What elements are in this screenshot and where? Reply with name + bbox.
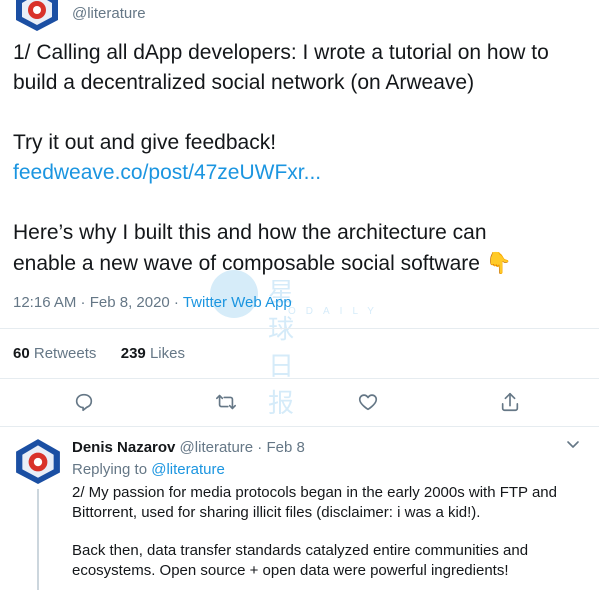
replying-to: Replying to @literature	[72, 461, 225, 478]
reply-text-line: Bittorrent, used for sharing illicit fil…	[72, 504, 481, 521]
reply-meta[interactable]: @literature · Feb 8	[180, 439, 305, 456]
retweets-stat[interactable]: 60 Retweets	[13, 345, 96, 362]
reply-header: Denis Nazarov @literature · Feb 8	[72, 439, 305, 456]
tweet-text-line: 1/ Calling all dApp developers: I wrote …	[13, 41, 549, 64]
divider	[0, 328, 599, 329]
tweet-text: enable a new wave of composable social s…	[13, 252, 480, 275]
likes-stat[interactable]: 239 Likes	[121, 345, 185, 362]
author-handle[interactable]: @literature	[72, 5, 146, 22]
like-icon[interactable]	[357, 391, 381, 415]
thread-line	[37, 489, 39, 590]
tweet-source[interactable]: Twitter Web App	[183, 294, 292, 311]
tweet-text-line: Try it out and give feedback!	[13, 131, 277, 154]
tweet-stats: 60 Retweets 239 Likes	[13, 345, 185, 362]
reply-text-line: Back then, data transfer standards catal…	[72, 542, 529, 559]
tweet-text-line: build a decentralized social network (on…	[13, 71, 475, 94]
divider	[0, 378, 599, 379]
tweet-text-line: enable a new wave of composable social s…	[13, 248, 512, 279]
chevron-down-icon[interactable]	[566, 437, 580, 451]
reply-author-name[interactable]: Denis Nazarov	[72, 439, 175, 456]
tweet-text-line: Here’s why I built this and how the arch…	[13, 221, 487, 244]
avatar[interactable]	[14, 437, 62, 485]
watermark-subtext: ODAILY	[288, 306, 384, 317]
tweet-time[interactable]: 12:16 AM · Feb 8, 2020 ·	[13, 294, 183, 311]
share-icon[interactable]	[499, 391, 523, 415]
reply-text-line: 2/ My passion for media protocols began …	[72, 484, 557, 501]
divider	[0, 426, 599, 427]
replying-to-handle[interactable]: @literature	[151, 461, 225, 478]
retweet-icon[interactable]	[215, 391, 239, 415]
tweet-link[interactable]: feedweave.co/post/47zeUWFxr...	[13, 158, 321, 188]
reply-text-line: ecosystems. Open source + open data were…	[72, 562, 509, 579]
pointing-down-emoji: 👇	[485, 251, 512, 275]
reply-icon[interactable]	[73, 391, 97, 415]
avatar[interactable]	[14, 0, 60, 32]
tweet-timestamp: 12:16 AM · Feb 8, 2020 · Twitter Web App	[13, 294, 292, 311]
